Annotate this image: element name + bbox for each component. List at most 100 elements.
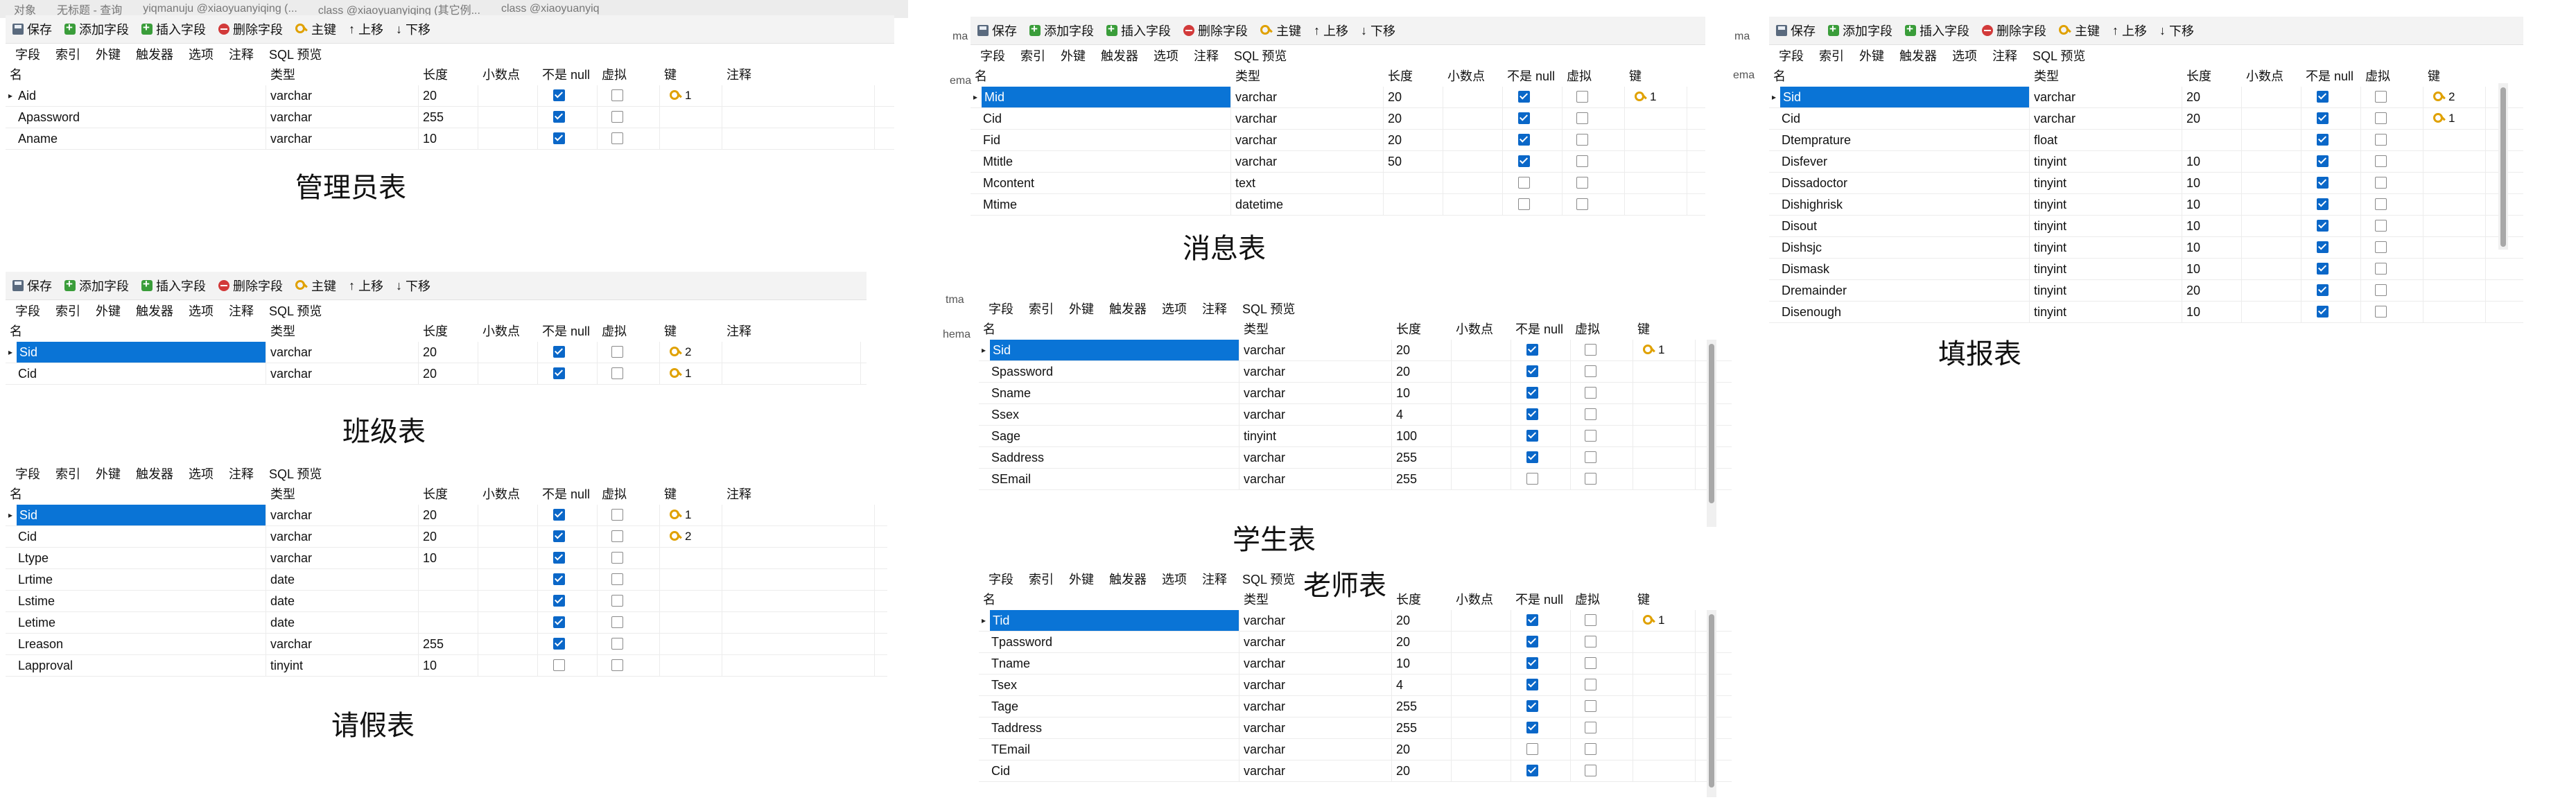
field-name-cell[interactable]: Ssex xyxy=(979,404,1239,425)
field-decimal[interactable] xyxy=(2242,194,2301,215)
field-type[interactable]: float xyxy=(2030,130,2182,150)
field-length[interactable]: 4 xyxy=(1392,675,1452,695)
add-field-button[interactable]: 添加字段 xyxy=(64,277,129,295)
field-length[interactable] xyxy=(419,612,478,633)
tab-6[interactable]: SQL 预览 xyxy=(1242,570,1295,588)
not-null-checkbox[interactable] xyxy=(1526,387,1538,399)
not-null-checkbox[interactable] xyxy=(1526,657,1538,670)
field-length[interactable]: 255 xyxy=(1392,718,1452,738)
virtual-checkbox[interactable] xyxy=(1585,657,1596,670)
field-decimal[interactable] xyxy=(2242,108,2301,129)
field-length[interactable]: 10 xyxy=(1392,653,1452,674)
tab-5[interactable]: 注释 xyxy=(229,302,254,320)
field-type[interactable]: varchar xyxy=(266,548,419,568)
field-name-cell[interactable]: ▸ Mid xyxy=(971,87,1231,107)
not-null-checkbox[interactable] xyxy=(1526,473,1538,485)
move-down-button[interactable]: ↓ 下移 xyxy=(396,277,430,295)
table-row[interactable]: Apassword varchar 255 xyxy=(6,107,894,128)
not-null-checkbox[interactable] xyxy=(553,89,565,102)
tab-3[interactable]: 触发器 xyxy=(1109,299,1147,318)
virtual-checkbox[interactable] xyxy=(611,132,623,145)
field-length[interactable]: 255 xyxy=(1392,469,1452,489)
move-up-button[interactable]: ↑ 上移 xyxy=(2112,21,2147,40)
table-row[interactable]: Aname varchar 10 xyxy=(6,128,894,150)
primary-key-button[interactable]: 主键 xyxy=(2059,21,2100,40)
table-row[interactable]: Tage varchar 255 xyxy=(979,696,1732,718)
field-type[interactable]: date xyxy=(266,591,419,611)
field-decimal[interactable] xyxy=(2242,151,2301,172)
delete-field-button[interactable]: 删除字段 xyxy=(1982,21,2046,40)
virtual-checkbox[interactable] xyxy=(2375,284,2387,297)
delete-field-button[interactable]: 删除字段 xyxy=(218,20,283,38)
delete-field-button[interactable]: 删除字段 xyxy=(1183,21,1248,40)
not-null-checkbox[interactable] xyxy=(1526,636,1538,648)
virtual-checkbox[interactable] xyxy=(611,616,623,629)
tab-5[interactable]: 注释 xyxy=(1202,570,1227,588)
field-comment[interactable] xyxy=(722,655,875,676)
field-decimal[interactable] xyxy=(1452,469,1511,489)
field-decimal[interactable] xyxy=(2242,130,2301,150)
virtual-checkbox[interactable] xyxy=(1585,743,1596,756)
not-null-checkbox[interactable] xyxy=(553,552,565,564)
field-type[interactable]: varchar xyxy=(1239,469,1392,489)
tab-0[interactable]: 字段 xyxy=(15,302,40,320)
not-null-checkbox[interactable] xyxy=(2317,241,2329,254)
field-length[interactable] xyxy=(419,569,478,590)
field-name-cell[interactable]: Mtime xyxy=(971,194,1231,215)
field-decimal[interactable] xyxy=(1443,130,1503,150)
field-name-cell[interactable]: Apassword xyxy=(6,107,266,128)
move-up-button[interactable]: ↑ 上移 xyxy=(349,20,383,38)
add-field-button[interactable]: 添加字段 xyxy=(64,20,129,38)
field-type[interactable]: varchar xyxy=(2030,108,2182,129)
field-type[interactable]: varchar xyxy=(1239,340,1392,360)
strip-tab[interactable]: yiqmanuju @xiaoyuanyiqing (... xyxy=(143,3,297,15)
field-decimal[interactable] xyxy=(1443,194,1503,215)
field-name-cell[interactable]: Cid xyxy=(979,760,1239,781)
save-button[interactable]: 保存 xyxy=(12,277,52,295)
field-length[interactable]: 20 xyxy=(419,85,478,106)
tab-4[interactable]: 选项 xyxy=(1154,46,1178,64)
field-type[interactable]: varchar xyxy=(1239,383,1392,403)
virtual-checkbox[interactable] xyxy=(2375,306,2387,318)
tab-6[interactable]: SQL 预览 xyxy=(2033,46,2085,64)
save-button[interactable]: 保存 xyxy=(1776,21,1816,40)
field-name-cell[interactable]: Dishsjc xyxy=(1769,237,2030,258)
table-row[interactable]: Taddress varchar 255 xyxy=(979,718,1732,739)
field-name-cell[interactable]: Letime xyxy=(6,612,266,633)
field-name-cell[interactable]: Dtemprature xyxy=(1769,130,2030,150)
table-row[interactable]: Cid varchar 20 xyxy=(979,760,1732,782)
not-null-checkbox[interactable] xyxy=(553,595,565,607)
field-comment[interactable] xyxy=(722,342,861,363)
tab-4[interactable]: 选项 xyxy=(1162,570,1187,588)
not-null-checkbox[interactable] xyxy=(2317,112,2329,125)
tab-6[interactable]: SQL 预览 xyxy=(269,45,322,63)
field-name-cell[interactable]: ▸ Aid xyxy=(6,85,266,106)
tab-5[interactable]: 注释 xyxy=(229,45,254,63)
scrollbar[interactable] xyxy=(1707,340,1716,527)
field-decimal[interactable] xyxy=(1452,653,1511,674)
field-length[interactable]: 4 xyxy=(1392,404,1452,425)
table-row[interactable]: Cid varchar 20 1 xyxy=(6,363,867,385)
table-row[interactable]: Tpassword varchar 20 xyxy=(979,632,1732,653)
virtual-checkbox[interactable] xyxy=(2375,177,2387,189)
field-type[interactable]: varchar xyxy=(1231,130,1384,150)
field-decimal[interactable] xyxy=(2242,259,2301,279)
field-length[interactable]: 10 xyxy=(1392,383,1452,403)
save-button[interactable]: 保存 xyxy=(977,21,1017,40)
primary-key-button[interactable]: 主键 xyxy=(1260,21,1301,40)
tab-1[interactable]: 索引 xyxy=(55,464,80,482)
field-length[interactable]: 10 xyxy=(2182,259,2242,279)
virtual-checkbox[interactable] xyxy=(1585,765,1596,777)
field-length[interactable]: 255 xyxy=(419,634,478,654)
field-decimal[interactable] xyxy=(2242,280,2301,301)
field-decimal[interactable] xyxy=(478,505,538,525)
not-null-checkbox[interactable] xyxy=(553,346,565,358)
field-type[interactable]: varchar xyxy=(266,526,419,547)
field-type[interactable]: tinyint xyxy=(2030,259,2182,279)
table-row[interactable]: TEmail varchar 20 xyxy=(979,739,1732,760)
field-name-cell[interactable]: ▸ Sid xyxy=(6,505,266,525)
not-null-checkbox[interactable] xyxy=(1526,743,1538,756)
tab-2[interactable]: 外键 xyxy=(96,464,121,482)
field-length[interactable] xyxy=(1384,194,1443,215)
virtual-checkbox[interactable] xyxy=(1576,198,1588,211)
